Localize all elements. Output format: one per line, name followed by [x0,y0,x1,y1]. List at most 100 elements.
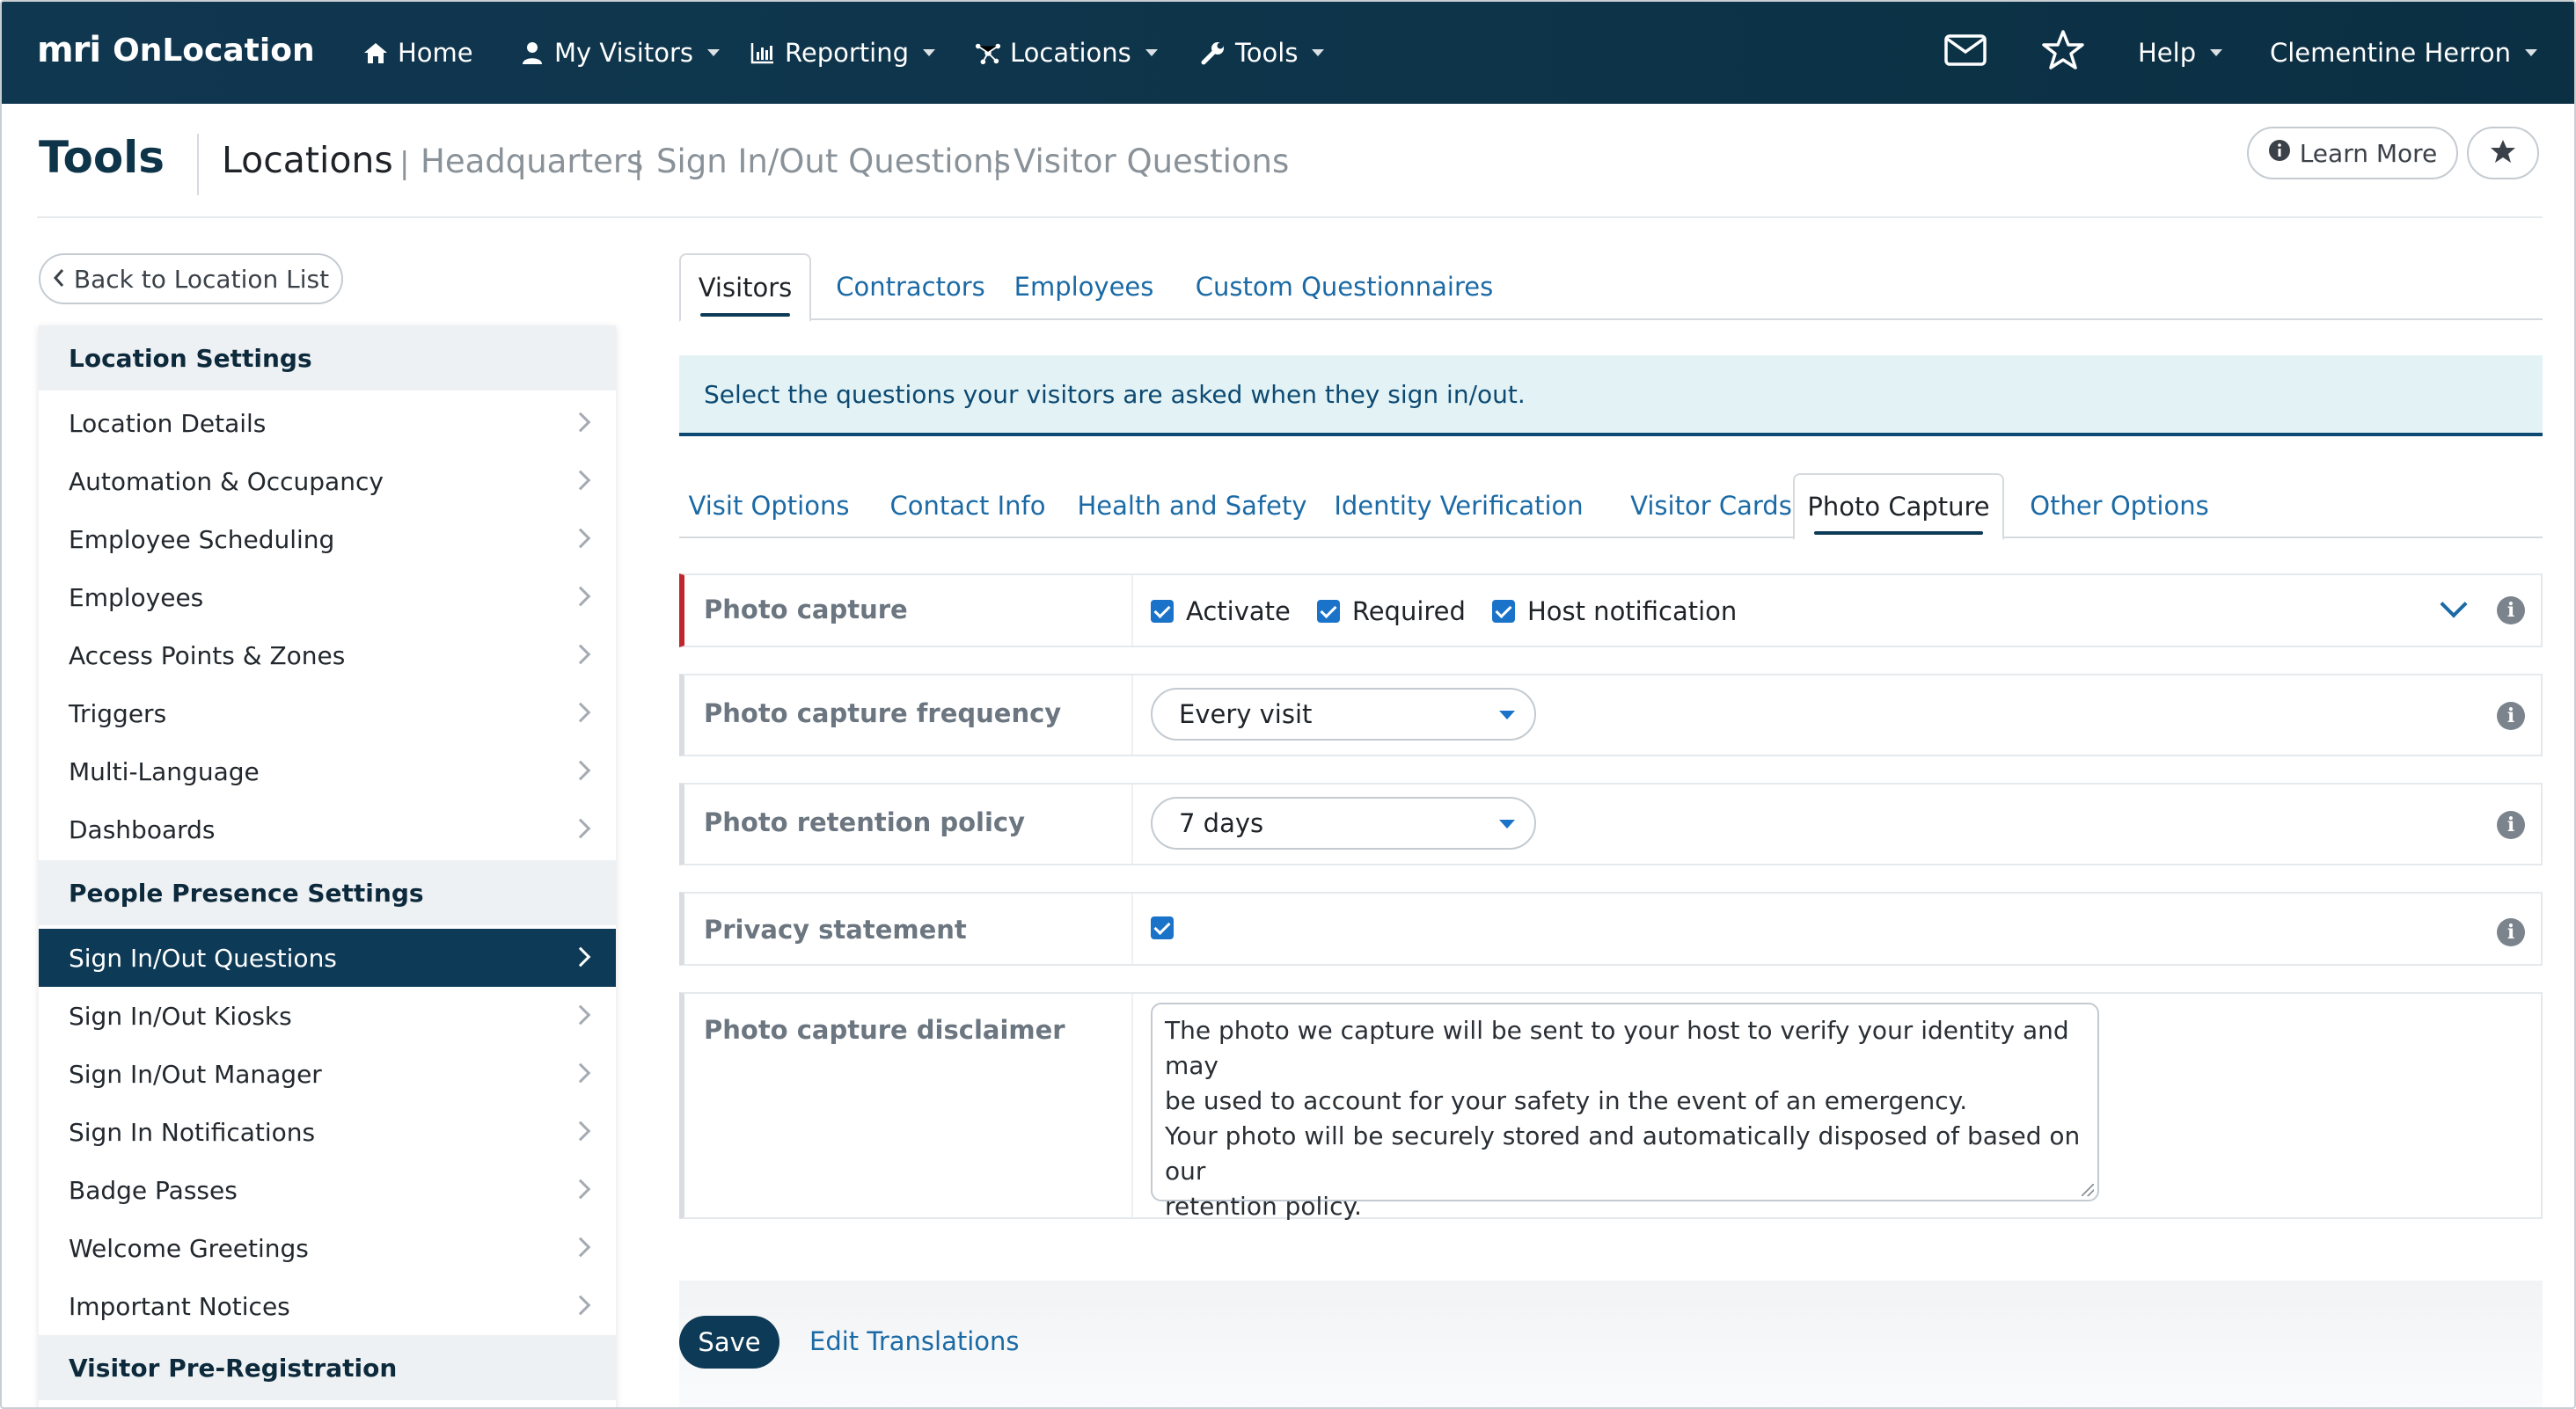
info-icon[interactable]: i [2497,811,2525,839]
chevron-down-icon [706,49,720,56]
settings-sidebar: Location Settings Location Details Autom… [39,325,616,1407]
photo-retention-policy-select[interactable]: 7 days [1151,797,1536,850]
tab-photo-capture[interactable]: Photo Capture [1793,473,2004,540]
sidebar-item-dashboards[interactable]: Dashboards [39,800,616,858]
sidebar-item-label: Employees [69,582,204,612]
nav-home[interactable]: Home [362,2,473,104]
sidebar-item-label: Location Details [69,408,267,438]
home-icon [362,40,389,66]
tab-contractors[interactable]: Contractors [827,253,994,320]
sidebar-item-employee-scheduling[interactable]: Employee Scheduling [39,510,616,568]
photo-retention-policy-label: Photo retention policy [704,807,1025,837]
chevron-right-icon [570,528,591,549]
wrench-icon [1200,40,1226,66]
nav-tools[interactable]: Tools [1200,2,1325,104]
tab-health-and-safety[interactable]: Health and Safety [1077,473,1307,538]
select-value: Every visit [1179,699,1313,729]
nav-locations-label: Locations [1010,38,1131,68]
user-menu[interactable]: Clementine Herron [2270,2,2537,104]
row-divider [1131,894,1133,964]
tab-employees[interactable]: Employees [1008,253,1160,320]
sidebar-section-people-presence: People Presence Settings [39,860,616,925]
tab-custom-questionnaires[interactable]: Custom Questionnaires [1179,253,1510,320]
sidebar-item-multi-language[interactable]: Multi-Language [39,742,616,800]
chevron-right-icon [570,412,591,433]
sidebar-section-location-settings: Location Settings [39,325,616,391]
row-divider [1131,575,1133,646]
tab-visitor-cards[interactable]: Visitor Cards [1608,473,1814,538]
sidebar-item-employees[interactable]: Employees [39,568,616,626]
disclaimer-line: be used to account for your safety in th… [1165,1086,1968,1115]
edit-translations-link[interactable]: Edit Translations [809,1326,1020,1356]
info-icon[interactable]: i [2497,596,2525,624]
sidebar-item-sign-in-out-manager[interactable]: Sign In/Out Manager [39,1045,616,1103]
sidebar-item-important-notices[interactable]: Important Notices [39,1277,616,1335]
sidebar-item-access-points-zones[interactable]: Access Points & Zones [39,626,616,684]
sidebar-item-label: Sign In/Out Kiosks [69,1001,292,1031]
chevron-right-icon [570,586,591,607]
save-button[interactable]: Save [679,1316,779,1369]
instructions-banner: Select the questions your visitors are a… [679,355,2543,436]
nav-home-label: Home [398,38,473,68]
tab-other-options[interactable]: Other Options [2020,473,2219,538]
photo-capture-disclaimer-textarea[interactable]: The photo we capture will be sent to you… [1151,1003,2099,1221]
breadcrumb-separator: | [633,146,644,181]
back-to-location-list-button[interactable]: Back to Location List [39,253,343,304]
nav-reporting[interactable]: Reporting [750,2,935,104]
sidebar-item-triggers[interactable]: Triggers [39,684,616,742]
nav-my-visitors[interactable]: My Visitors [519,2,720,104]
mail-button[interactable] [1944,2,1987,104]
favorites-button[interactable] [2041,2,2085,104]
info-icon[interactable]: i [2497,918,2525,946]
photo-capture-frequency-select[interactable]: Every visit [1151,688,1536,741]
breadcrumb-separator: | [399,146,410,181]
learn-more-label: Learn More [2299,138,2438,168]
info-icon[interactable]: i [2497,702,2525,730]
mri-logo-mark: mri [37,30,101,70]
chevron-right-icon [570,702,591,723]
question-category-tabs: Visit Options Contact Info Health and Sa… [679,473,2543,540]
nav-reporting-label: Reporting [785,38,909,68]
privacy-statement-row: Privacy statement i [679,892,2543,966]
photo-capture-label: Photo capture [704,595,908,624]
sidebar-item-sign-in-notifications[interactable]: Sign In Notifications [39,1103,616,1161]
required-label: Required [1351,596,1466,626]
chevron-right-icon [570,644,591,665]
sidebar-item-sign-in-out-questions[interactable]: Sign In/Out Questions [39,929,616,987]
chevron-down-icon [2210,49,2223,56]
breadcrumb-sign-in-out-questions[interactable]: Sign In/Out Questions [656,142,1011,180]
sidebar-item-sign-in-out-kiosks[interactable]: Sign In/Out Kiosks [39,987,616,1045]
disclaimer-line: retention policy. [1165,1192,1362,1221]
chevron-down-icon[interactable] [2440,590,2468,618]
nav-locations[interactable]: Locations [975,2,1158,104]
chevron-right-icon [570,1295,591,1316]
sidebar-item-badge-passes[interactable]: Badge Passes [39,1161,616,1219]
tab-contact-info[interactable]: Contact Info [876,473,1059,538]
nav-help[interactable]: Help [2138,2,2223,104]
tab-identity-verification[interactable]: Identity Verification [1327,473,1591,538]
host-notification-checkbox[interactable] [1491,600,1515,623]
breadcrumb-headquarters[interactable]: Headquarters [421,142,643,180]
activate-checkbox[interactable] [1151,600,1174,623]
sidebar-item-label: Employee Scheduling [69,524,335,554]
sidebar-item-label: Access Points & Zones [69,640,346,670]
breadcrumb-locations: Locations [222,139,393,181]
learn-more-button[interactable]: Learn More [2247,127,2458,179]
sidebar-item-automation-occupancy[interactable]: Automation & Occupancy [39,452,616,510]
chevron-down-icon [1145,49,1158,56]
sidebar-item-location-details[interactable]: Location Details [39,394,616,452]
favorite-page-button[interactable] [2467,127,2539,179]
chevron-left-icon [53,265,65,294]
privacy-statement-label: Privacy statement [704,915,967,945]
resize-handle[interactable] [2082,1184,2094,1196]
app-logo[interactable]: mri OnLocation [37,30,315,70]
privacy-statement-checkbox[interactable] [1151,916,1174,939]
photo-capture-frequency-row: Photo capture frequency Every visit i [679,674,2543,756]
required-checkbox[interactable] [1316,600,1340,623]
person-type-tabs: Visitors Contractors Employees Custom Qu… [679,253,2543,322]
breadcrumb-separator: | [992,146,1003,181]
tab-visit-options[interactable]: Visit Options [679,473,859,538]
sidebar-item-welcome-greetings[interactable]: Welcome Greetings [39,1219,616,1277]
sidebar-item-label: Welcome Greetings [69,1233,309,1263]
tab-visitors[interactable]: Visitors [679,253,811,322]
